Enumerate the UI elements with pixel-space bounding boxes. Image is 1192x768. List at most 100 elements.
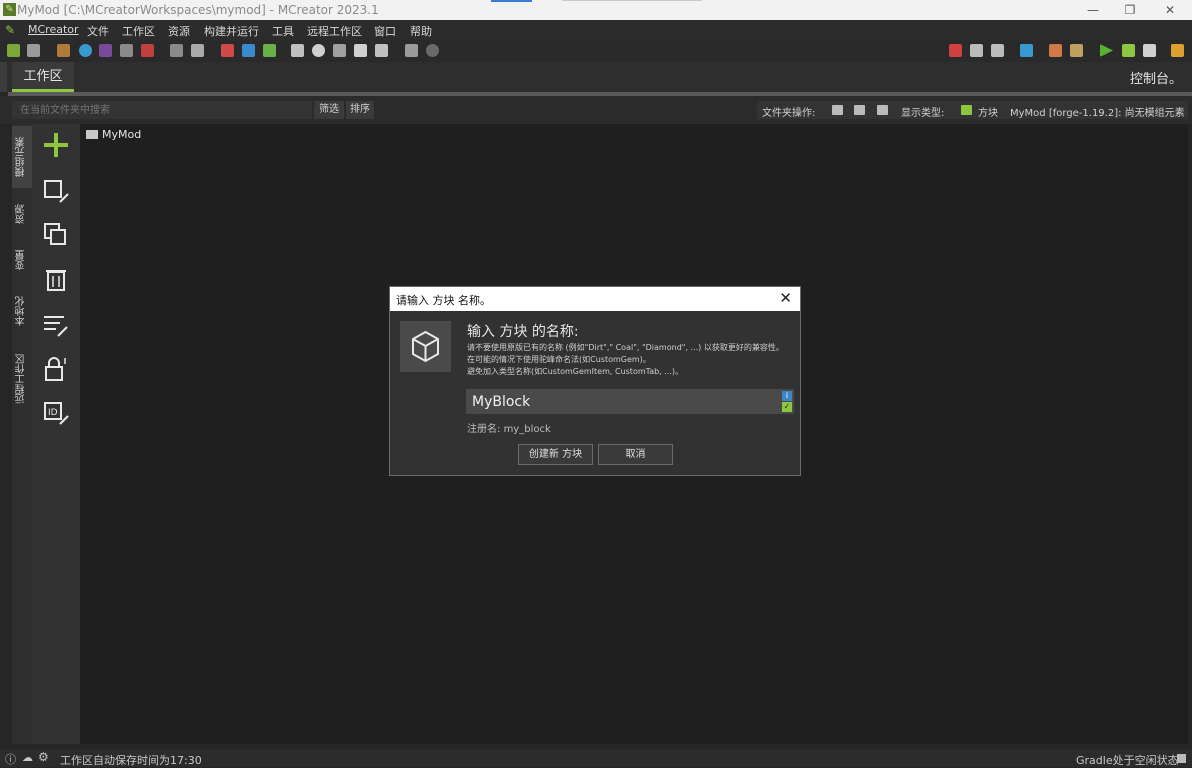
workspace-info-bar: 文件夹操作: 显示类型: 方块 MyMod [forge-1.19.2]: 尚无…	[757, 101, 1188, 119]
info-icon[interactable]: ⓘ	[5, 751, 16, 767]
cancel-button[interactable]: 取消	[598, 444, 673, 465]
menu-remote-workspace[interactable]: 远程工作区	[307, 23, 362, 39]
tool-icon[interactable]	[141, 44, 154, 57]
delete-folder-icon[interactable]	[877, 105, 888, 115]
close-window-icon[interactable]: ✕	[1160, 2, 1180, 18]
status-bar: ⓘ ☁ ⚙ 工作区自动保存时间为17:30 Gradle处于空闲状态	[0, 750, 1192, 767]
cloud-icon[interactable]	[312, 44, 325, 57]
toolbar	[0, 40, 1192, 62]
registry-name: 注册名: my_block	[467, 420, 551, 435]
registry-name-value: my_block	[503, 424, 551, 435]
workspace-settings-icon[interactable]	[27, 44, 40, 57]
clean-icon[interactable]	[1049, 44, 1062, 57]
add-element-icon[interactable]	[43, 132, 69, 158]
block-icon[interactable]	[57, 44, 70, 57]
model-grid-icon[interactable]	[242, 44, 255, 57]
cube-icon	[400, 321, 451, 372]
new-element-icon[interactable]	[7, 44, 20, 57]
folder-item[interactable]: MyMod	[86, 128, 141, 141]
element-name-input[interactable]	[466, 389, 794, 414]
filter-button[interactable]: 筛选	[314, 101, 344, 119]
restore-icon[interactable]: ❐	[1120, 2, 1140, 18]
registry-name-label: 注册名:	[467, 424, 501, 435]
vtab-variables[interactable]: 变量	[12, 242, 32, 278]
new-folder-icon[interactable]	[832, 105, 843, 115]
run-client-icon[interactable]	[1100, 44, 1113, 57]
hint-line-1: 请不要使用原版已有的名称 (例如"Dirt"," Coal", "Diamond…	[467, 343, 784, 352]
svg-text:ID: ID	[48, 408, 58, 418]
mcreator-logo-icon: ✎	[3, 3, 16, 16]
rename-folder-icon[interactable]	[854, 105, 865, 115]
build-hammer-icon[interactable]	[1070, 44, 1083, 57]
recipe-icon[interactable]	[191, 44, 204, 57]
display-type-value[interactable]: 方块	[978, 104, 998, 119]
filter-row: 筛选 排序 文件夹操作: 显示类型: 方块 MyMod [forge-1.19.…	[0, 96, 1192, 124]
search-input[interactable]	[12, 101, 312, 119]
export-icon[interactable]	[375, 44, 388, 57]
regenerate-icon[interactable]	[949, 44, 962, 57]
dialog-close-icon[interactable]: ✕	[779, 290, 792, 306]
display-type-label: 显示类型:	[901, 108, 945, 119]
edit-element-icon[interactable]	[43, 178, 69, 204]
window-title-bar: ✎ MyMod [C:\MCreatorWorkspaces\mymod] - …	[0, 0, 1192, 20]
element-id-icon[interactable]: ID	[43, 400, 69, 426]
vtab-resources[interactable]: 资源	[12, 196, 32, 232]
share-icon[interactable]	[291, 44, 304, 57]
export-mod-icon[interactable]	[1171, 44, 1184, 57]
sidebar-collapse-handle[interactable]	[0, 62, 7, 92]
menu-file[interactable]: 文件	[87, 23, 109, 39]
download-icon[interactable]	[970, 44, 983, 57]
dialog-title-bar: 请输入 方块 名称。 ✕	[390, 287, 800, 311]
edit-code-icon[interactable]	[43, 312, 69, 338]
action-column: ID	[32, 124, 80, 744]
code-icon[interactable]	[333, 44, 346, 57]
menu-mcreator[interactable]: MCreator	[28, 23, 79, 36]
image-editor-icon[interactable]	[405, 44, 418, 57]
mcreator-menu-logo-icon: ✎	[5, 23, 16, 37]
menu-tools[interactable]: 工具	[272, 23, 294, 39]
tab-workspace[interactable]: 工作区	[12, 62, 74, 92]
fluid-icon[interactable]	[79, 44, 92, 57]
delete-element-icon[interactable]	[43, 266, 69, 292]
menu-workspace[interactable]: 工作区	[122, 23, 155, 39]
menu-bar: ✎ MCreator 文件 工作区 资源 构建并运行 工具 远程工作区 窗口 帮…	[0, 20, 1192, 40]
create-element-button[interactable]: 创建新 方块	[518, 444, 593, 465]
gradle-stop-icon[interactable]	[1177, 754, 1186, 763]
minimize-icon[interactable]: —	[1083, 2, 1103, 18]
info-indicator-icon: i	[782, 391, 792, 401]
vtab-remote-workspace[interactable]: 远程工作区	[12, 346, 32, 412]
dialog-title: 请输入 方块 名称。	[396, 294, 491, 307]
vtab-mod-elements[interactable]: 模组元素	[12, 126, 32, 188]
workspace-files-icon[interactable]	[1020, 44, 1033, 57]
autosave-status: 工作区自动保存时间为17:30	[60, 754, 202, 767]
settings-gear-icon[interactable]: ⚙	[38, 750, 49, 764]
texture-grid-icon[interactable]	[221, 44, 234, 57]
title-divider-mark	[562, 0, 702, 1]
window-title: MyMod [C:\MCreatorWorkspaces\mymod] - MC…	[17, 3, 379, 17]
link-icon[interactable]	[426, 44, 439, 57]
sync-status-icon[interactable]: ☁	[22, 751, 33, 764]
stop-icon[interactable]	[1143, 44, 1156, 57]
menu-window[interactable]: 窗口	[374, 23, 396, 39]
title-accent-mark	[491, 0, 532, 2]
hint-line-2: 在可能的情况下使用驼峰命名法(如CustomGem)。	[467, 355, 651, 364]
entity-icon[interactable]	[99, 44, 112, 57]
display-type-icon[interactable]	[961, 105, 972, 115]
dialog-heading: 输入 方块 的名称:	[467, 324, 579, 340]
sound-icon[interactable]	[170, 44, 183, 57]
sync-icon[interactable]	[991, 44, 1004, 57]
vtab-localization[interactable]: 本地化	[12, 288, 32, 334]
armor-grid-icon[interactable]	[263, 44, 276, 57]
run-server-icon[interactable]	[1122, 44, 1135, 57]
duplicate-element-icon[interactable]	[43, 222, 69, 248]
menu-build-run[interactable]: 构建并运行	[204, 23, 259, 39]
plugin-icon[interactable]	[354, 44, 367, 57]
menu-help[interactable]: 帮助	[410, 23, 432, 39]
lock-code-icon[interactable]	[43, 356, 69, 382]
vertical-tab-strip: 模组元素 资源 变量 本地化 远程工作区	[12, 124, 32, 744]
console-tab[interactable]: 控制台。	[1130, 68, 1182, 87]
dialog-body: 输入 方块 的名称: 请不要使用原版已有的名称 (例如"Dirt"," Coal…	[390, 311, 800, 475]
sort-button[interactable]: 排序	[346, 101, 374, 119]
structure-icon[interactable]	[120, 44, 133, 57]
menu-resources[interactable]: 资源	[168, 23, 190, 39]
